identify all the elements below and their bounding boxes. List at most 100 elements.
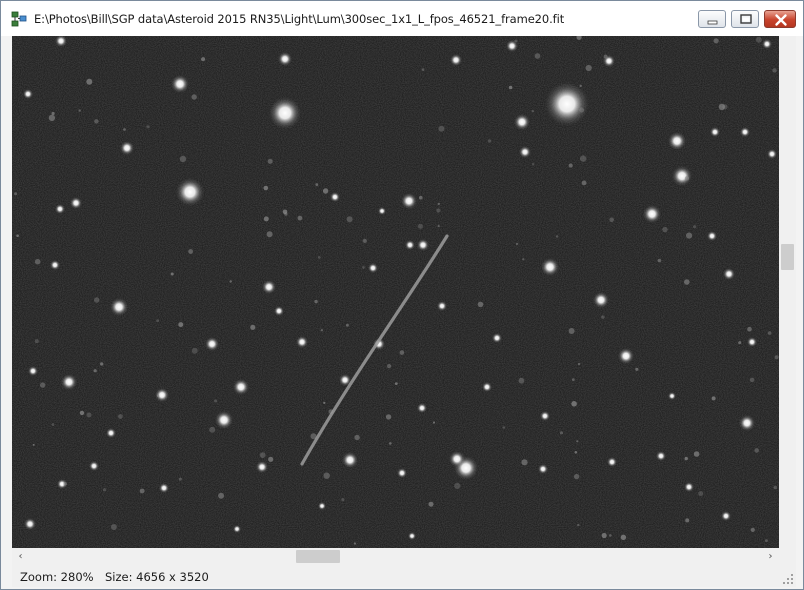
faint-star <box>662 226 668 233</box>
faint-star <box>34 339 39 344</box>
image-canvas[interactable] <box>12 36 779 548</box>
faint-star <box>93 369 97 373</box>
image-viewer-icon <box>11 11 27 27</box>
window-title: E:\Photos\Bill\SGP data\Asteroid 2015 RN… <box>34 12 565 26</box>
faint-star <box>686 232 693 239</box>
faint-star <box>684 176 690 181</box>
zoom-readout: Zoom: 280% <box>20 570 94 584</box>
faint-star <box>711 396 716 401</box>
faint-star <box>749 377 755 383</box>
faint-star <box>34 258 41 265</box>
faint-star <box>767 331 772 335</box>
faint-star <box>559 431 564 435</box>
star <box>318 502 326 510</box>
faint-star <box>684 279 690 285</box>
faint-star <box>574 451 578 454</box>
star <box>668 392 676 400</box>
faint-star <box>609 534 612 537</box>
faint-star <box>577 523 580 527</box>
faint-star <box>432 421 436 424</box>
faint-star <box>555 235 559 238</box>
star <box>28 366 38 376</box>
star <box>437 301 447 311</box>
star <box>450 54 462 66</box>
close-button[interactable] <box>764 10 796 28</box>
star <box>545 82 589 126</box>
scroll-left-icon[interactable]: ‹ <box>12 548 29 565</box>
faint-star <box>323 472 330 479</box>
maximize-button[interactable] <box>731 10 759 28</box>
faint-star <box>32 443 35 446</box>
star <box>492 333 502 343</box>
faint-star <box>267 158 273 164</box>
faint-star <box>534 53 541 59</box>
star <box>482 382 492 392</box>
faint-star <box>508 85 513 90</box>
faint-star <box>620 534 627 540</box>
star <box>618 348 634 364</box>
image-window: E:\Photos\Bill\SGP data\Asteroid 2015 RN… <box>0 0 804 590</box>
vertical-scrollbar[interactable] <box>779 36 796 548</box>
faint-star <box>139 488 145 494</box>
star <box>643 205 661 223</box>
faint-star <box>454 482 461 489</box>
faint-star <box>94 297 100 303</box>
faint-star <box>419 195 423 200</box>
maximize-icon <box>740 14 752 24</box>
faint-star <box>514 39 518 43</box>
resize-grip-icon[interactable] <box>782 573 794 585</box>
faint-star <box>78 109 81 112</box>
faint-star <box>201 57 206 62</box>
faint-star <box>123 128 126 131</box>
faint-star <box>318 256 321 259</box>
star <box>656 451 666 461</box>
horizontal-scroll-thumb[interactable] <box>296 550 340 563</box>
faint-star <box>437 224 440 228</box>
star <box>233 525 241 533</box>
faint-star <box>399 350 405 355</box>
star <box>342 452 358 468</box>
faint-star <box>229 280 232 283</box>
faint-star <box>218 492 225 499</box>
star <box>672 166 692 186</box>
faint-star <box>421 68 425 71</box>
faint-star <box>579 84 582 87</box>
faint-star <box>522 258 525 261</box>
title-bar[interactable]: E:\Photos\Bill\SGP data\Asteroid 2015 RN… <box>1 1 803 36</box>
faint-star <box>580 155 587 162</box>
faint-star <box>477 301 484 308</box>
minimize-button[interactable] <box>698 10 726 28</box>
star <box>24 518 36 530</box>
faint-star <box>685 518 690 523</box>
faint-star <box>571 378 575 381</box>
faint-star <box>755 36 762 43</box>
faint-star <box>323 401 326 404</box>
faint-star <box>250 324 256 330</box>
faint-star <box>320 329 323 332</box>
star <box>538 464 548 474</box>
star <box>70 197 82 209</box>
star <box>89 461 99 471</box>
star <box>23 89 33 99</box>
faint-star <box>518 377 525 384</box>
faint-star <box>40 382 46 388</box>
faint-star <box>191 347 198 354</box>
star <box>262 280 276 294</box>
vertical-scroll-thumb[interactable] <box>781 244 794 270</box>
status-bar: Zoom: 280% Size: 4656 x 3520 <box>12 565 796 587</box>
faint-star <box>63 482 68 486</box>
star <box>55 204 65 214</box>
scroll-right-icon[interactable]: › <box>762 548 779 565</box>
faint-star <box>353 542 356 545</box>
faint-star <box>750 527 755 532</box>
star <box>159 483 169 493</box>
star <box>278 52 292 66</box>
faint-star <box>764 539 768 543</box>
star <box>747 337 757 347</box>
star <box>684 482 694 492</box>
star <box>767 149 777 159</box>
faint-star <box>179 155 187 163</box>
horizontal-scrollbar[interactable]: ‹ › <box>12 548 779 565</box>
star <box>408 532 416 540</box>
star <box>668 132 686 150</box>
